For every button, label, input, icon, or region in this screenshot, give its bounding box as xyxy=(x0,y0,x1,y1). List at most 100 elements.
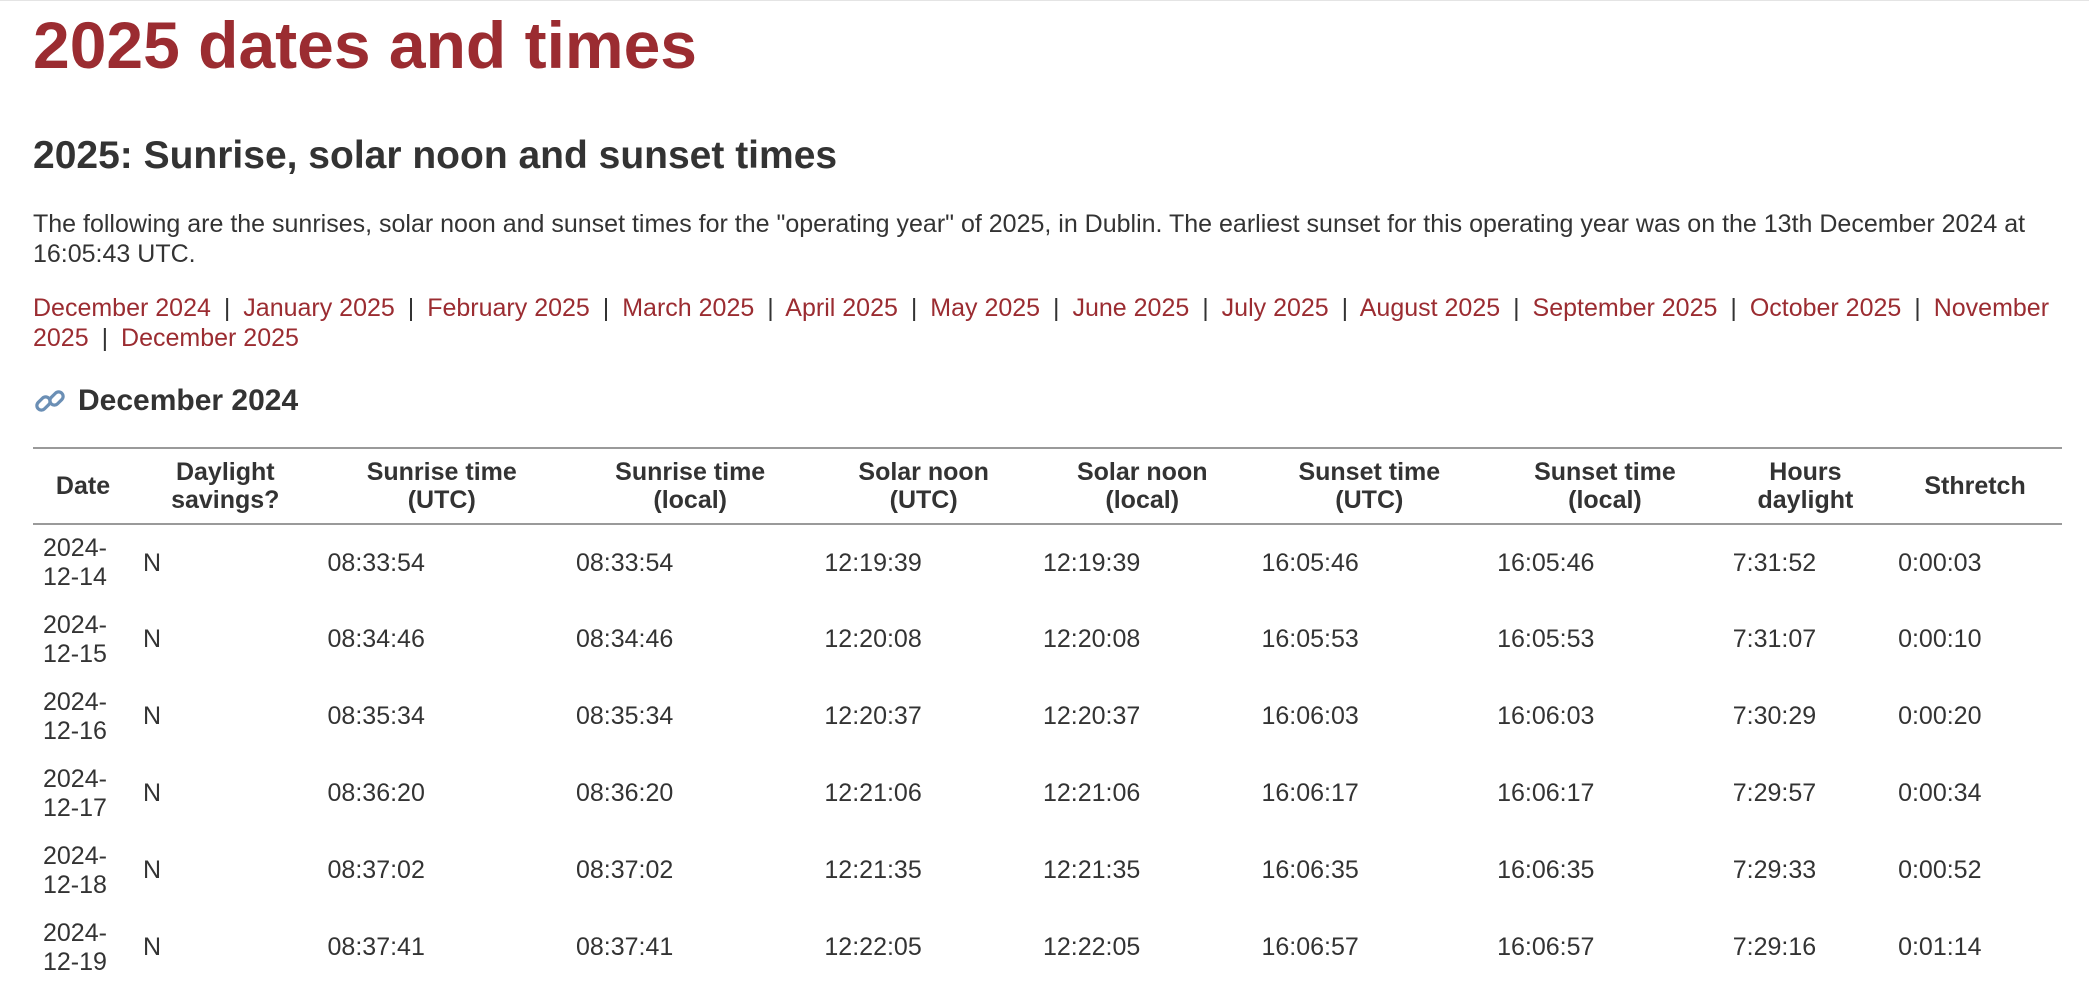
month-link-separator: | xyxy=(1513,294,1520,322)
date-cell: 2024-12-17 xyxy=(43,764,107,822)
table-cell: 16:05:53 xyxy=(1261,625,1359,653)
month-link[interactable]: September 2025 xyxy=(1533,294,1718,322)
column-header-line: Hours xyxy=(1769,458,1842,486)
table-cell: 08:35:34 xyxy=(575,702,674,730)
table-cell: 08:34:46 xyxy=(575,625,674,653)
table-cell: 16:06:17 xyxy=(1497,779,1595,807)
date-cell: 2024-12-16 xyxy=(43,687,107,745)
month-link[interactable]: May 2025 xyxy=(930,294,1040,322)
month-link[interactable]: August 2025 xyxy=(1360,294,1500,322)
month-heading-label: December 2024 xyxy=(78,384,299,417)
column-header-line: savings? xyxy=(171,486,280,514)
column-header: Daylight savings? xyxy=(133,447,318,525)
month-link[interactable]: December 2025 xyxy=(121,324,299,352)
month-link-separator: | xyxy=(407,294,415,322)
column-header-line: Sunrise time xyxy=(366,458,517,486)
table-cell: 0:00:03 xyxy=(1898,548,1982,577)
table-cell: 16:05:53 xyxy=(1497,625,1595,653)
table-cell: 16:06:57 xyxy=(1261,933,1359,961)
column-header-line: Sthretch xyxy=(1924,472,2026,500)
table-cell: 7:29:33 xyxy=(1732,856,1817,884)
table-cell: 12:20:37 xyxy=(824,702,922,730)
month-heading: December 2024 xyxy=(33,383,2062,419)
table-cell: 08:33:54 xyxy=(575,548,674,577)
date-cell: 2024-12-14 xyxy=(43,534,107,591)
table-cell: 16:05:46 xyxy=(1497,548,1595,577)
column-header-line: (local) xyxy=(1568,486,1642,514)
table-cell: 16:06:35 xyxy=(1261,856,1359,884)
page-title: 2025 dates and times xyxy=(33,8,697,82)
month-link[interactable]: October 2025 xyxy=(1750,294,1902,322)
column-header-line: Date xyxy=(55,472,111,500)
table-header-row: Date Daylight savings? Sunrise time (UTC) Sun… xyxy=(33,447,2062,525)
table-cell: 12:21:35 xyxy=(824,856,922,884)
month-link[interactable]: December 2024 xyxy=(33,294,211,322)
month-link[interactable]: January 2025 xyxy=(243,294,395,322)
table-cell: N xyxy=(143,856,162,884)
column-header: Solar noon (local) xyxy=(1032,447,1252,525)
column-header-line: Solar noon xyxy=(858,458,989,486)
table-cell: 16:05:46 xyxy=(1261,548,1359,577)
table-row: 2024-12-16 N 08:35:34 08:35:34 12:20:37 12:20… xyxy=(33,678,2062,755)
table-cell: 12:20:37 xyxy=(1042,702,1141,730)
column-header: Sunrise time (local) xyxy=(565,447,815,525)
column-header-line: Solar noon xyxy=(1076,458,1208,486)
table-cell: N xyxy=(143,933,162,961)
month-link-separator: | xyxy=(1914,294,1921,322)
table-cell: 08:37:41 xyxy=(327,933,425,961)
table-cell: 12:20:08 xyxy=(824,625,922,653)
table-row: 2024-12-14 N 08:33:54 08:33:54 12:19:39 12:19… xyxy=(33,524,2062,601)
table-cell: 7:31:52 xyxy=(1732,548,1817,577)
column-header: Sunset time (local) xyxy=(1487,447,1723,525)
table-cell: 16:06:03 xyxy=(1261,702,1359,730)
month-nav: December 2024 | January 2025 | February … xyxy=(33,293,2062,353)
table-cell: 16:06:03 xyxy=(1497,702,1595,730)
page-content: 2025 dates and times 2025: Sunrise, sola… xyxy=(0,1,2089,986)
month-link[interactable]: March 2025 xyxy=(622,294,754,322)
table-cell: 0:00:10 xyxy=(1898,625,1982,653)
table-cell: 0:00:52 xyxy=(1898,856,1982,884)
column-header: Hours daylight xyxy=(1722,447,1889,525)
table-cell: 08:37:41 xyxy=(575,933,674,961)
table-cell: 12:21:06 xyxy=(824,779,922,807)
table-cell: 08:37:02 xyxy=(575,856,674,884)
table-cell: 0:00:20 xyxy=(1898,702,1982,730)
table-cell: 16:06:35 xyxy=(1497,856,1595,884)
table-cell: 7:30:29 xyxy=(1732,702,1817,730)
month-link-separator: | xyxy=(1053,294,1060,322)
column-header-line: (UTC) xyxy=(407,486,476,514)
month-link-separator: | xyxy=(223,294,231,322)
link-icon[interactable] xyxy=(33,384,67,418)
table-cell: 12:21:06 xyxy=(1042,779,1141,807)
table-cell: N xyxy=(143,702,162,730)
table-cell: 16:06:57 xyxy=(1497,933,1595,961)
table-cell: 12:21:35 xyxy=(1042,856,1141,884)
table-body: 2024-12-14 N 08:33:54 08:33:54 12:19:39 12:19… xyxy=(33,524,2062,986)
times-table: Date Daylight savings? Sunrise time (UTC) Sun… xyxy=(33,447,2062,986)
column-header-line: (UTC) xyxy=(1335,486,1404,514)
month-link[interactable]: February 2025 xyxy=(427,294,590,322)
month-link-separator: | xyxy=(1202,294,1209,322)
table-cell: 0:00:34 xyxy=(1898,779,1982,807)
table-cell: 12:22:05 xyxy=(1042,933,1141,961)
table-cell: 08:35:34 xyxy=(327,702,425,730)
month-link[interactable]: April 2025 xyxy=(785,294,898,322)
column-header-line: (local) xyxy=(653,486,727,514)
intro-paragraph: The following are the sunrises, solar no… xyxy=(33,210,2026,268)
table-cell: 0:01:14 xyxy=(1898,933,1982,961)
month-link-separator: | xyxy=(101,324,109,352)
month-link-separator: | xyxy=(1730,294,1737,322)
month-link[interactable]: June 2025 xyxy=(1072,294,1189,322)
month-link-separator: | xyxy=(767,294,774,322)
month-link-separator: | xyxy=(602,294,610,322)
month-link[interactable]: July 2025 xyxy=(1222,294,1329,322)
date-cell: 2024-12-15 xyxy=(43,610,107,668)
table-cell: N xyxy=(143,548,162,577)
column-header: Sunrise time (UTC) xyxy=(317,447,566,525)
column-header-line: Daylight xyxy=(175,458,275,486)
column-header-line: (local) xyxy=(1105,486,1180,514)
column-header: Solar noon (UTC) xyxy=(814,447,1033,525)
date-cell: 2024-12-18 xyxy=(43,841,107,899)
table-cell: 08:33:54 xyxy=(327,548,425,577)
table-row: 2024-12-17 N 08:36:20 08:36:20 12:21:06 12:21… xyxy=(33,755,2062,832)
